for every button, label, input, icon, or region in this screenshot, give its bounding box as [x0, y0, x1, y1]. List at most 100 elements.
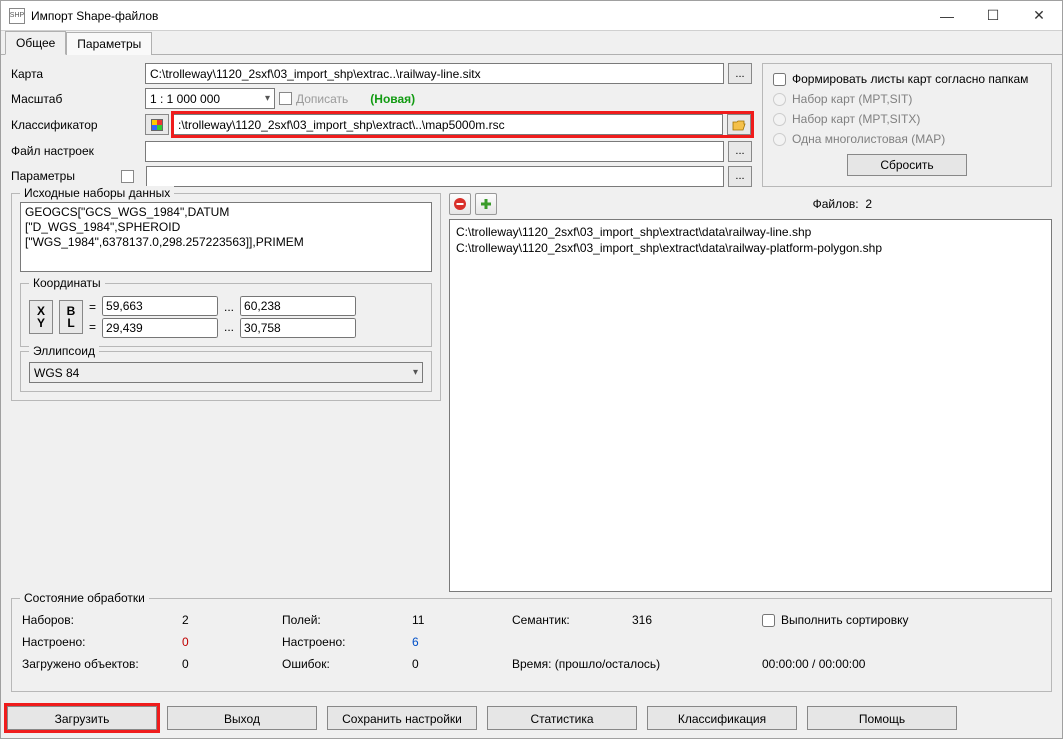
help-button[interactable]: Помощь [807, 706, 957, 730]
scale-label: Масштаб [11, 92, 141, 106]
settings-file-row: ... [145, 141, 752, 162]
files-toolbar: Файлов: 2 [449, 193, 1052, 215]
classifier-label: Классификатор [11, 118, 141, 132]
close-button[interactable]: ✕ [1016, 1, 1062, 30]
tab-bar: Общее Параметры [1, 31, 1062, 55]
file-count: Файлов: 2 [813, 197, 872, 211]
xy-button[interactable]: XY [29, 300, 53, 334]
map-browse-button[interactable]: ... [728, 63, 752, 84]
mapset-map-radio [773, 133, 786, 146]
tab-body: Карта ... Масштаб 1 : 1 000 000 ▾ Дописа… [1, 55, 1062, 700]
left-column: Исходные наборы данных GEOGCS["GCS_WGS_1… [11, 193, 441, 592]
source-crs-text[interactable]: GEOGCS["GCS_WGS_1984",DATUM ["D_WGS_1984… [20, 202, 432, 272]
bl-button[interactable]: BL [59, 300, 83, 334]
params-browse-button[interactable]: ... [728, 166, 752, 187]
coords-legend: Координаты [29, 276, 105, 290]
fields-label: Полей: [282, 613, 412, 627]
classifier-palette-button[interactable] [145, 114, 169, 135]
classifier-browse-button[interactable] [727, 114, 751, 135]
file-list-item[interactable]: C:\trolleway\1120_2sxf\03_import_shp\ext… [456, 224, 1045, 240]
mapset-map-label: Одна многолистовая (MAP) [792, 132, 945, 146]
fields-value: 11 [412, 613, 512, 627]
map-row: ... [145, 63, 752, 84]
settings-file-input[interactable] [145, 141, 724, 162]
params-checkbox[interactable] [121, 170, 134, 183]
classification-button[interactable]: Классификация [647, 706, 797, 730]
remove-file-button[interactable] [449, 193, 471, 215]
source-datasets-legend: Исходные наборы данных [20, 186, 174, 200]
semantics-label: Семантик: [512, 613, 632, 627]
sets-value: 2 [182, 613, 282, 627]
tab-params[interactable]: Параметры [66, 32, 152, 55]
window: SHP Импорт Shape-файлов — ☐ ✕ Общее Пара… [0, 0, 1063, 739]
semantics-value: 316 [632, 613, 762, 627]
tuned2-label: Настроено: [282, 635, 412, 649]
load-button[interactable]: Загрузить [7, 706, 157, 730]
chevron-down-icon: ▾ [413, 367, 418, 378]
tuned2-value: 6 [412, 635, 512, 649]
sets-label: Наборов: [22, 613, 182, 627]
middle-row: Исходные наборы данных GEOGCS["GCS_WGS_1… [11, 193, 1052, 592]
window-buttons: — ☐ ✕ [924, 1, 1062, 30]
file-list[interactable]: C:\trolleway\1120_2sxf\03_import_shp\ext… [449, 219, 1052, 592]
errors-label: Ошибок: [282, 657, 412, 671]
sort-checkbox[interactable] [762, 614, 775, 627]
loaded-value: 0 [182, 657, 282, 671]
map-input[interactable] [145, 63, 724, 84]
form-sheets-checkbox[interactable] [773, 73, 786, 86]
params-input[interactable] [146, 166, 724, 187]
coord-y1[interactable] [102, 318, 218, 338]
sort-label: Выполнить сортировку [781, 613, 908, 627]
titlebar: SHP Импорт Shape-файлов — ☐ ✕ [1, 1, 1062, 31]
status-group: Состояние обработки Наборов: 2 Полей: 11… [11, 598, 1052, 692]
coord-x2[interactable] [240, 296, 356, 316]
loaded-label: Загружено объектов: [22, 657, 182, 671]
time-value: 00:00:00 / 00:00:00 [762, 657, 972, 671]
errors-value: 0 [412, 657, 512, 671]
params-label: Параметры [11, 169, 75, 183]
mapset-sit-label: Набор карт (MPT,SIT) [792, 92, 912, 106]
app-icon: SHP [9, 8, 25, 24]
scale-row: 1 : 1 000 000 ▾ Дописать (Новая) [145, 88, 752, 109]
mapset-sit-radio [773, 93, 786, 106]
maximize-button[interactable]: ☐ [970, 1, 1016, 30]
save-settings-button[interactable]: Сохранить настройки [327, 706, 477, 730]
dots1: ... [224, 300, 234, 314]
status-grid: Наборов: 2 Полей: 11 Семантик: 316 Выпол… [22, 613, 1041, 671]
tuned-value: 0 [182, 635, 282, 649]
source-datasets-group: Исходные наборы данных GEOGCS["GCS_WGS_1… [11, 193, 441, 401]
add-file-button[interactable] [475, 193, 497, 215]
new-label: (Новая) [370, 92, 415, 106]
status-legend: Состояние обработки [20, 591, 149, 605]
files-column: Файлов: 2 C:\trolleway\1120_2sxf\03_impo… [449, 193, 1052, 592]
append-checkbox[interactable] [279, 92, 292, 105]
right-panel: Формировать листы карт согласно папкам Н… [762, 63, 1052, 187]
file-count-label: Файлов: [813, 197, 859, 211]
minimize-button[interactable]: — [924, 1, 970, 30]
settings-file-browse-button[interactable]: ... [728, 141, 752, 162]
window-title: Импорт Shape-файлов [31, 9, 924, 23]
fields-grid: Карта ... Масштаб 1 : 1 000 000 ▾ Дописа… [11, 63, 752, 187]
mapset-sitx-radio [773, 113, 786, 126]
folder-open-icon [732, 119, 746, 131]
classifier-input[interactable] [174, 114, 723, 135]
reset-button[interactable]: Сбросить [847, 154, 967, 176]
coord-y2[interactable] [240, 318, 356, 338]
add-icon [479, 197, 493, 211]
ellipsoid-combo[interactable]: WGS 84 ▾ [29, 362, 423, 383]
scale-combo[interactable]: 1 : 1 000 000 ▾ [145, 88, 275, 109]
eq2: = [89, 320, 96, 334]
coord-x1[interactable] [102, 296, 218, 316]
ellipsoid-group: Эллипсоид WGS 84 ▾ [20, 351, 432, 392]
exit-button[interactable]: Выход [167, 706, 317, 730]
statistics-button[interactable]: Статистика [487, 706, 637, 730]
form-sheets-row: Формировать листы карт согласно папкам [773, 72, 1041, 86]
top-row: Карта ... Масштаб 1 : 1 000 000 ▾ Дописа… [11, 63, 1052, 187]
file-list-item[interactable]: C:\trolleway\1120_2sxf\03_import_shp\ext… [456, 240, 1045, 256]
palette-icon [151, 119, 163, 131]
time-label: Время: (прошло/осталось) [512, 657, 762, 671]
tab-general[interactable]: Общее [5, 31, 66, 55]
classifier-row [145, 113, 752, 136]
params-row: ... [145, 166, 752, 187]
remove-icon [453, 197, 467, 211]
